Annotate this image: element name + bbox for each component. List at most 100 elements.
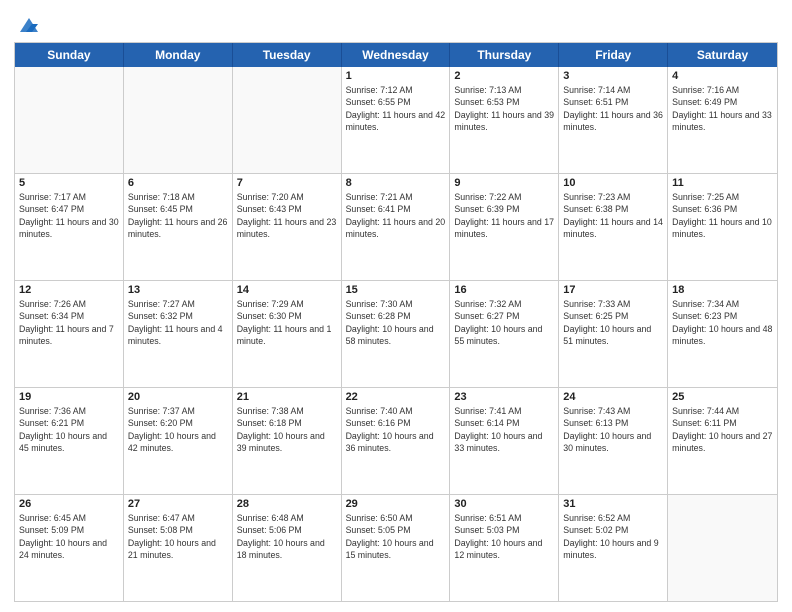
day-info: Sunrise: 6:50 AM Sunset: 5:05 PM Dayligh… xyxy=(346,512,446,561)
day-info: Sunrise: 7:30 AM Sunset: 6:28 PM Dayligh… xyxy=(346,298,446,347)
day-cell-31: 31 Sunrise: 6:52 AM Sunset: 5:02 PM Dayli… xyxy=(559,495,668,601)
day-info: Sunrise: 7:18 AM Sunset: 6:45 PM Dayligh… xyxy=(128,191,228,240)
calendar-row-4: 19 Sunrise: 7:36 AM Sunset: 6:21 PM Dayli… xyxy=(15,388,777,495)
calendar: SundayMondayTuesdayWednesdayThursdayFrid… xyxy=(14,42,778,602)
header-day-wednesday: Wednesday xyxy=(342,43,451,67)
day-info: Sunrise: 6:47 AM Sunset: 5:08 PM Dayligh… xyxy=(128,512,228,561)
header-day-tuesday: Tuesday xyxy=(233,43,342,67)
day-number: 30 xyxy=(454,498,554,510)
day-number: 6 xyxy=(128,177,228,189)
day-cell-7: 7 Sunrise: 7:20 AM Sunset: 6:43 PM Daylig… xyxy=(233,174,342,280)
day-number: 19 xyxy=(19,391,119,403)
day-number: 10 xyxy=(563,177,663,189)
day-cell-empty-4-6 xyxy=(668,495,777,601)
day-info: Sunrise: 7:40 AM Sunset: 6:16 PM Dayligh… xyxy=(346,405,446,454)
day-cell-4: 4 Sunrise: 7:16 AM Sunset: 6:49 PM Daylig… xyxy=(668,67,777,173)
logo xyxy=(14,14,40,36)
day-cell-22: 22Sunrise: 7:40 AM Sunset: 6:16 PM Dayli… xyxy=(342,388,451,494)
day-info: Sunrise: 7:33 AM Sunset: 6:25 PM Dayligh… xyxy=(563,298,663,347)
day-number: 24 xyxy=(563,391,663,403)
day-cell-5: 5 Sunrise: 7:17 AM Sunset: 6:47 PM Daylig… xyxy=(15,174,124,280)
day-cell-10: 10 Sunrise: 7:23 AM Sunset: 6:38 PM Dayli… xyxy=(559,174,668,280)
day-cell-17: 17 Sunrise: 7:33 AM Sunset: 6:25 PM Dayli… xyxy=(559,281,668,387)
day-cell-21: 21 Sunrise: 7:38 AM Sunset: 6:18 PM Dayli… xyxy=(233,388,342,494)
day-info: Sunrise: 6:52 AM Sunset: 5:02 PM Dayligh… xyxy=(563,512,663,561)
day-info: Sunrise: 6:51 AM Sunset: 5:03 PM Dayligh… xyxy=(454,512,554,561)
day-number: 17 xyxy=(563,284,663,296)
day-cell-9: 9 Sunrise: 7:22 AM Sunset: 6:39 PM Daylig… xyxy=(450,174,559,280)
day-info: Sunrise: 7:26 AM Sunset: 6:34 PM Dayligh… xyxy=(19,298,119,347)
day-cell-15: 15 Sunrise: 7:30 AM Sunset: 6:28 PM Dayli… xyxy=(342,281,451,387)
day-info: Sunrise: 7:41 AM Sunset: 6:14 PM Dayligh… xyxy=(454,405,554,454)
day-info: Sunrise: 7:14 AM Sunset: 6:51 PM Dayligh… xyxy=(563,84,663,133)
day-cell-28: 28Sunrise: 6:48 AM Sunset: 5:06 PM Dayli… xyxy=(233,495,342,601)
day-cell-6: 6 Sunrise: 7:18 AM Sunset: 6:45 PM Daylig… xyxy=(124,174,233,280)
day-info: Sunrise: 7:34 AM Sunset: 6:23 PM Dayligh… xyxy=(672,298,773,347)
day-info: Sunrise: 7:17 AM Sunset: 6:47 PM Dayligh… xyxy=(19,191,119,240)
day-info: Sunrise: 7:32 AM Sunset: 6:27 PM Dayligh… xyxy=(454,298,554,347)
day-info: Sunrise: 7:43 AM Sunset: 6:13 PM Dayligh… xyxy=(563,405,663,454)
day-cell-1: 1Sunrise: 7:12 AM Sunset: 6:55 PM Daylig… xyxy=(342,67,451,173)
header-day-sunday: Sunday xyxy=(15,43,124,67)
day-number: 12 xyxy=(19,284,119,296)
day-info: Sunrise: 7:23 AM Sunset: 6:38 PM Dayligh… xyxy=(563,191,663,240)
header-day-saturday: Saturday xyxy=(668,43,777,67)
day-number: 16 xyxy=(454,284,554,296)
day-info: Sunrise: 7:20 AM Sunset: 6:43 PM Dayligh… xyxy=(237,191,337,240)
day-info: Sunrise: 7:16 AM Sunset: 6:49 PM Dayligh… xyxy=(672,84,773,133)
day-number: 15 xyxy=(346,284,446,296)
day-info: Sunrise: 7:38 AM Sunset: 6:18 PM Dayligh… xyxy=(237,405,337,454)
day-number: 3 xyxy=(563,70,663,82)
day-cell-14: 14Sunrise: 7:29 AM Sunset: 6:30 PM Dayli… xyxy=(233,281,342,387)
day-info: Sunrise: 7:25 AM Sunset: 6:36 PM Dayligh… xyxy=(672,191,773,240)
day-cell-8: 8 Sunrise: 7:21 AM Sunset: 6:41 PM Daylig… xyxy=(342,174,451,280)
day-cell-25: 25 Sunrise: 7:44 AM Sunset: 6:11 PM Dayli… xyxy=(668,388,777,494)
day-cell-empty-0-2 xyxy=(233,67,342,173)
day-cell-2: 2Sunrise: 7:13 AM Sunset: 6:53 PM Daylig… xyxy=(450,67,559,173)
day-number: 27 xyxy=(128,498,228,510)
day-number: 31 xyxy=(563,498,663,510)
day-info: Sunrise: 6:45 AM Sunset: 5:09 PM Dayligh… xyxy=(19,512,119,561)
calendar-body: 1Sunrise: 7:12 AM Sunset: 6:55 PM Daylig… xyxy=(15,67,777,601)
day-info: Sunrise: 7:29 AM Sunset: 6:30 PM Dayligh… xyxy=(237,298,337,347)
page-header xyxy=(14,10,778,36)
day-number: 8 xyxy=(346,177,446,189)
day-number: 7 xyxy=(237,177,337,189)
day-number: 25 xyxy=(672,391,773,403)
calendar-row-1: 1Sunrise: 7:12 AM Sunset: 6:55 PM Daylig… xyxy=(15,67,777,174)
day-cell-19: 19 Sunrise: 7:36 AM Sunset: 6:21 PM Dayli… xyxy=(15,388,124,494)
calendar-row-5: 26 Sunrise: 6:45 AM Sunset: 5:09 PM Dayli… xyxy=(15,495,777,601)
day-info: Sunrise: 7:22 AM Sunset: 6:39 PM Dayligh… xyxy=(454,191,554,240)
day-cell-11: 11Sunrise: 7:25 AM Sunset: 6:36 PM Dayli… xyxy=(668,174,777,280)
header-day-friday: Friday xyxy=(559,43,668,67)
day-info: Sunrise: 7:37 AM Sunset: 6:20 PM Dayligh… xyxy=(128,405,228,454)
header-day-monday: Monday xyxy=(124,43,233,67)
day-number: 5 xyxy=(19,177,119,189)
day-number: 23 xyxy=(454,391,554,403)
day-info: Sunrise: 7:13 AM Sunset: 6:53 PM Dayligh… xyxy=(454,84,554,133)
day-number: 26 xyxy=(19,498,119,510)
day-cell-20: 20 Sunrise: 7:37 AM Sunset: 6:20 PM Dayli… xyxy=(124,388,233,494)
day-number: 21 xyxy=(237,391,337,403)
calendar-row-2: 5 Sunrise: 7:17 AM Sunset: 6:47 PM Daylig… xyxy=(15,174,777,281)
day-number: 9 xyxy=(454,177,554,189)
calendar-row-3: 12 Sunrise: 7:26 AM Sunset: 6:34 PM Dayli… xyxy=(15,281,777,388)
day-number: 4 xyxy=(672,70,773,82)
day-cell-empty-0-1 xyxy=(124,67,233,173)
day-info: Sunrise: 7:44 AM Sunset: 6:11 PM Dayligh… xyxy=(672,405,773,454)
calendar-header-row: SundayMondayTuesdayWednesdayThursdayFrid… xyxy=(15,43,777,67)
day-cell-27: 27 Sunrise: 6:47 AM Sunset: 5:08 PM Dayli… xyxy=(124,495,233,601)
day-cell-24: 24 Sunrise: 7:43 AM Sunset: 6:13 PM Dayli… xyxy=(559,388,668,494)
day-cell-18: 18 Sunrise: 7:34 AM Sunset: 6:23 PM Dayli… xyxy=(668,281,777,387)
day-cell-30: 30 Sunrise: 6:51 AM Sunset: 5:03 PM Dayli… xyxy=(450,495,559,601)
day-number: 20 xyxy=(128,391,228,403)
day-cell-16: 16 Sunrise: 7:32 AM Sunset: 6:27 PM Dayli… xyxy=(450,281,559,387)
day-number: 18 xyxy=(672,284,773,296)
day-info: Sunrise: 7:36 AM Sunset: 6:21 PM Dayligh… xyxy=(19,405,119,454)
day-info: Sunrise: 7:21 AM Sunset: 6:41 PM Dayligh… xyxy=(346,191,446,240)
day-cell-empty-0-0 xyxy=(15,67,124,173)
day-info: Sunrise: 7:27 AM Sunset: 6:32 PM Dayligh… xyxy=(128,298,228,347)
day-number: 28 xyxy=(237,498,337,510)
header-day-thursday: Thursday xyxy=(450,43,559,67)
logo-icon xyxy=(18,14,40,36)
